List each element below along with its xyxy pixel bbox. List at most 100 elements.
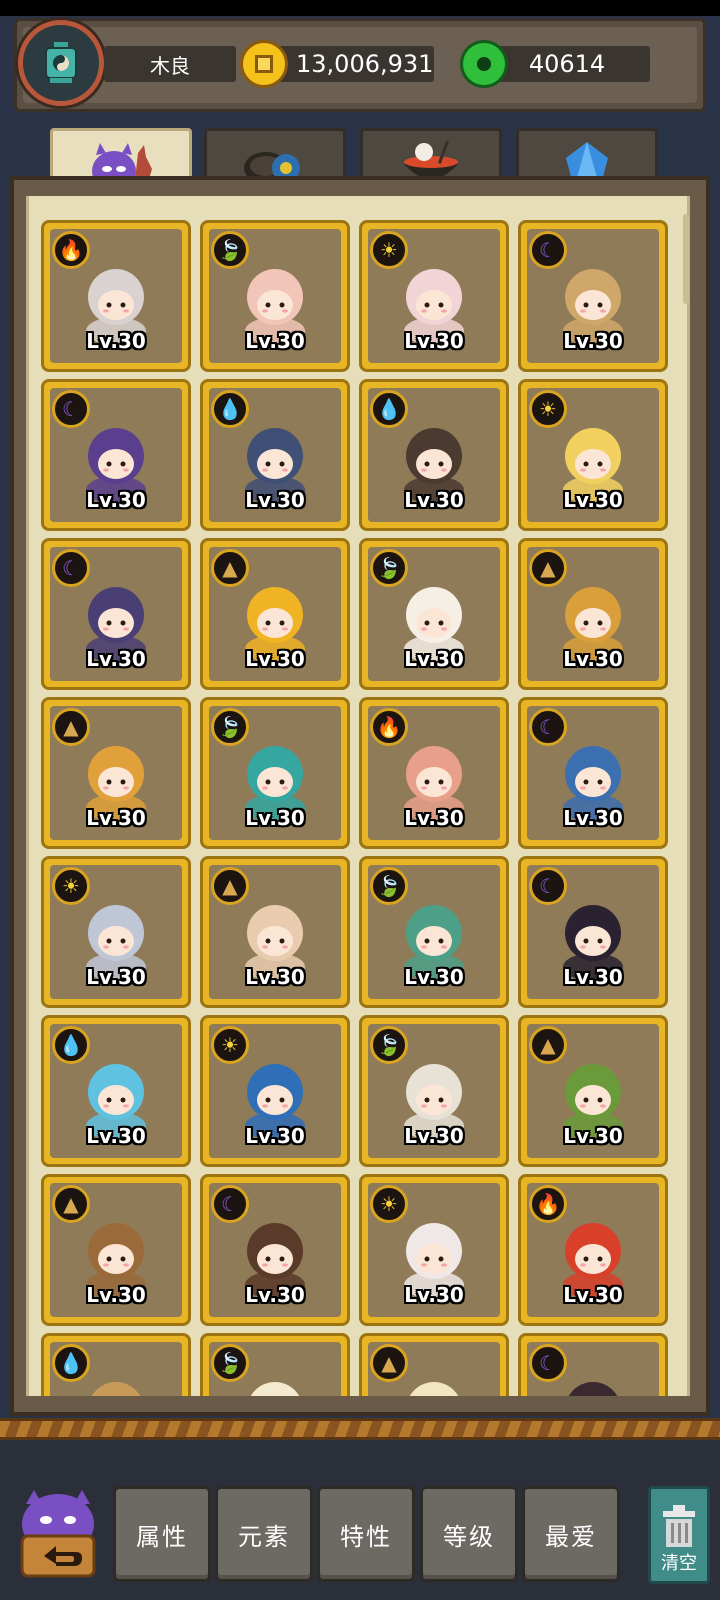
gold-coin-icon (240, 40, 288, 88)
water-element-icon: 💧 (52, 1026, 90, 1064)
hero-card[interactable]: ☀ Lv.30 (359, 1174, 509, 1326)
hero-card[interactable]: ▲ Lv.30 (200, 856, 350, 1008)
wood-element-icon: 🍃 (370, 1026, 408, 1064)
hero-grid: 🔥 Lv.30 🍃 Lv.30 ☀ Lv.30 ☾ Lv.30 ☾ Lv.30 💧 Lv.30 💧 Lv.… (41, 220, 668, 1396)
hero-card[interactable]: 🍃 Lv.30 (200, 220, 350, 372)
hero-card[interactable]: ☀ Lv.30 (41, 856, 191, 1008)
hero-card[interactable]: 💧 (41, 1333, 191, 1396)
hero-card[interactable]: ▲ Lv.30 (41, 1174, 191, 1326)
hero-card[interactable]: ▲ Lv.30 (41, 697, 191, 849)
hero-grid-panel[interactable]: 🔥 Lv.30 🍃 Lv.30 ☀ Lv.30 ☾ Lv.30 ☾ Lv.30 💧 Lv.30 💧 Lv.… (26, 196, 690, 1396)
hero-card[interactable]: 💧 Lv.30 (200, 379, 350, 531)
sort-favorite-button[interactable]: 最爱 (522, 1486, 620, 1582)
hero-card[interactable]: 🔥 Lv.30 (41, 220, 191, 372)
wood-element-icon: 🍃 (370, 867, 408, 905)
status-bar (0, 0, 720, 16)
fire-element-icon: 🔥 (52, 231, 90, 269)
hero-card[interactable]: 🔥 Lv.30 (359, 697, 509, 849)
sort-trait-button[interactable]: 特性 (317, 1486, 415, 1582)
hero-card[interactable]: ☾ (518, 1333, 668, 1396)
earth-element-icon: ▲ (211, 867, 249, 905)
wood-element-icon: 🍃 (211, 231, 249, 269)
dark-element-icon: ☾ (529, 867, 567, 905)
demon-back-icon (20, 1490, 96, 1578)
hero-level: Lv.30 (86, 329, 146, 353)
light-element-icon: ☀ (370, 231, 408, 269)
hero-card[interactable]: ▲ Lv.30 (518, 1015, 668, 1167)
dark-element-icon: ☾ (529, 1344, 567, 1382)
hero-card[interactable]: ▲ Lv.30 (200, 538, 350, 690)
hero-card[interactable]: ☀ Lv.30 (200, 1015, 350, 1167)
hero-card[interactable]: ☀ Lv.30 (359, 220, 509, 372)
hero-level: Lv.30 (563, 1124, 623, 1148)
sort-element-button[interactable]: 元素 (215, 1486, 313, 1582)
light-element-icon: ☀ (52, 867, 90, 905)
wood-element-icon: 🍃 (211, 708, 249, 746)
light-element-icon: ☀ (529, 390, 567, 428)
dark-element-icon: ☾ (529, 708, 567, 746)
hero-card[interactable]: ▲ (359, 1333, 509, 1396)
hero-level: Lv.30 (245, 329, 305, 353)
hero-card[interactable]: ▲ Lv.30 (518, 538, 668, 690)
hero-card[interactable]: ☾ Lv.30 (518, 856, 668, 1008)
hero-card[interactable]: 💧 Lv.30 (359, 379, 509, 531)
hero-card[interactable]: 🍃 Lv.30 (359, 538, 509, 690)
player-avatar[interactable] (18, 20, 104, 106)
jade-gem-icon (460, 40, 508, 88)
hero-level: Lv.30 (86, 488, 146, 512)
hero-level: Lv.30 (404, 1283, 464, 1307)
hero-card[interactable]: ☾ Lv.30 (41, 538, 191, 690)
hero-card[interactable]: 🔥 Lv.30 (518, 1174, 668, 1326)
hero-level: Lv.30 (245, 806, 305, 830)
wood-element-icon: 🍃 (211, 1344, 249, 1382)
fire-element-icon: 🔥 (370, 708, 408, 746)
hero-level: Lv.30 (245, 1124, 305, 1148)
light-element-icon: ☀ (211, 1026, 249, 1064)
sort-attribute-button[interactable]: 属性 (113, 1486, 211, 1582)
hero-level: Lv.30 (404, 488, 464, 512)
hero-card[interactable]: 🍃 Lv.30 (200, 697, 350, 849)
earth-element-icon: ▲ (370, 1344, 408, 1382)
hero-level: Lv.30 (563, 806, 623, 830)
hero-level: Lv.30 (86, 1283, 146, 1307)
dark-element-icon: ☾ (529, 231, 567, 269)
water-element-icon: 💧 (370, 390, 408, 428)
hero-level: Lv.30 (404, 806, 464, 830)
hero-level: Lv.30 (563, 488, 623, 512)
hero-level: Lv.30 (404, 647, 464, 671)
hero-level: Lv.30 (404, 329, 464, 353)
lantern-icon (45, 42, 77, 83)
back-button[interactable] (12, 1484, 104, 1584)
hero-level: Lv.30 (86, 965, 146, 989)
hero-level: Lv.30 (86, 806, 146, 830)
trash-bin-icon (663, 1505, 695, 1547)
hero-card[interactable]: 🍃 (200, 1333, 350, 1396)
hero-level: Lv.30 (563, 329, 623, 353)
hero-level: Lv.30 (404, 965, 464, 989)
water-element-icon: 💧 (52, 1344, 90, 1382)
hero-level: Lv.30 (86, 1124, 146, 1148)
light-element-icon: ☀ (370, 1185, 408, 1223)
earth-element-icon: ▲ (529, 1026, 567, 1064)
hero-card[interactable]: 🍃 Lv.30 (359, 1015, 509, 1167)
wood-element-icon: 🍃 (370, 549, 408, 587)
scrollbar[interactable] (683, 214, 689, 304)
hero-card[interactable]: 🍃 Lv.30 (359, 856, 509, 1008)
fire-element-icon: 🔥 (529, 1185, 567, 1223)
earth-element-icon: ▲ (529, 549, 567, 587)
hero-level: Lv.30 (563, 647, 623, 671)
sort-level-button[interactable]: 等级 (420, 1486, 518, 1582)
hero-card[interactable]: ☾ Lv.30 (518, 220, 668, 372)
hero-card[interactable]: ☾ Lv.30 (41, 379, 191, 531)
hero-level: Lv.30 (245, 965, 305, 989)
hero-card[interactable]: ☾ Lv.30 (518, 697, 668, 849)
earth-element-icon: ▲ (211, 549, 249, 587)
hero-level: Lv.30 (404, 1124, 464, 1148)
hero-level: Lv.30 (86, 647, 146, 671)
clear-button[interactable]: 清空 (648, 1486, 710, 1584)
hero-level: Lv.30 (563, 965, 623, 989)
water-element-icon: 💧 (211, 390, 249, 428)
hero-card[interactable]: ☾ Lv.30 (200, 1174, 350, 1326)
hero-card[interactable]: 💧 Lv.30 (41, 1015, 191, 1167)
hero-card[interactable]: ☀ Lv.30 (518, 379, 668, 531)
